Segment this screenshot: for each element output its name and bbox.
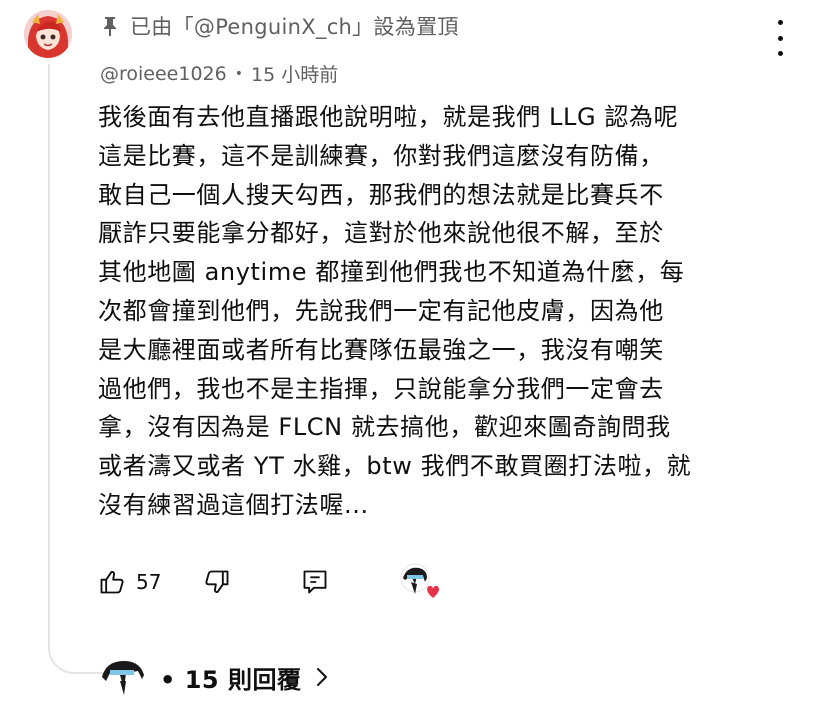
comment-line: 次都會撞到他們，先說我們一定有記他皮膚，因為他 bbox=[98, 296, 664, 325]
comment-text: 我後面有去他直播跟他說明啦，就是我們 LLG 認為呢 這是比賽，這不是訓練賽，你… bbox=[98, 98, 798, 525]
comment-line: 是大廳裡面或者所有比賽隊伍最強之一，我沒有嘲笑 bbox=[98, 335, 664, 364]
replies-toggle[interactable]: • 15 則回覆 bbox=[98, 652, 329, 702]
more-vert-icon[interactable] bbox=[770, 20, 790, 56]
meta-separator: • bbox=[234, 65, 243, 82]
comment-timestamp[interactable]: 15 小時前 bbox=[251, 60, 338, 87]
pinned-text: 已由「@PenguinX_ch」設為置頂 bbox=[130, 15, 459, 39]
pin-icon bbox=[104, 17, 116, 36]
comment-line: 我後面有去他直播跟他說明啦，就是我們 LLG 認為呢 bbox=[98, 103, 679, 131]
dislike-button[interactable] bbox=[203, 568, 231, 596]
author-handle[interactable]: @roieee1026 bbox=[100, 63, 227, 85]
creator-heart-icon bbox=[400, 563, 440, 598]
comment-line: 拿，沒有因為是 FLCN 就去搞他，歡迎來圖奇詢問我 bbox=[98, 413, 671, 442]
reply-button[interactable] bbox=[301, 568, 329, 596]
comment-line: 這是比賽，這不是訓練賽，你對我們這麼沒有防備， bbox=[98, 141, 664, 170]
comment-line: 敢自己一個人搜天勾西，那我們的想法就是比賽兵不 bbox=[98, 180, 664, 209]
creator-heart bbox=[397, 562, 441, 602]
like-count: 57 bbox=[136, 570, 162, 594]
thread-line bbox=[48, 64, 50, 652]
comment-line: 厭詐只要能拿分都好，這對於他來說他很不解，至於 bbox=[98, 219, 664, 248]
comment-line: 或者濤又或者 YT 水雞，btw 我們不敢買圈打法啦，就 bbox=[98, 452, 692, 481]
thread-connector bbox=[48, 620, 104, 674]
comment-line: 沒有練習過這個打法喔... bbox=[98, 490, 369, 519]
comment-header: @roieee1026 • 15 小時前 bbox=[100, 60, 338, 87]
chevron-right-icon bbox=[317, 668, 328, 686]
commenter-avatar[interactable] bbox=[24, 10, 72, 58]
comment-actions: 57 bbox=[98, 562, 441, 602]
comment-line: 其他地圖 anytime 都撞到他們我也不知道為什麼，每 bbox=[98, 258, 685, 287]
reply-icon bbox=[304, 570, 327, 594]
replies-count-label[interactable]: • 15 則回覆 bbox=[160, 660, 301, 695]
pinned-banner: 已由「@PenguinX_ch」設為置頂 bbox=[100, 10, 459, 42]
thumb-up-icon bbox=[100, 571, 124, 594]
like-button[interactable] bbox=[98, 568, 126, 596]
comment-line: 過他們，我也不是主指揮，只說能拿分我們一定會去 bbox=[98, 374, 664, 403]
creator-avatar-icon bbox=[102, 661, 144, 695]
thumb-down-icon bbox=[205, 570, 229, 593]
